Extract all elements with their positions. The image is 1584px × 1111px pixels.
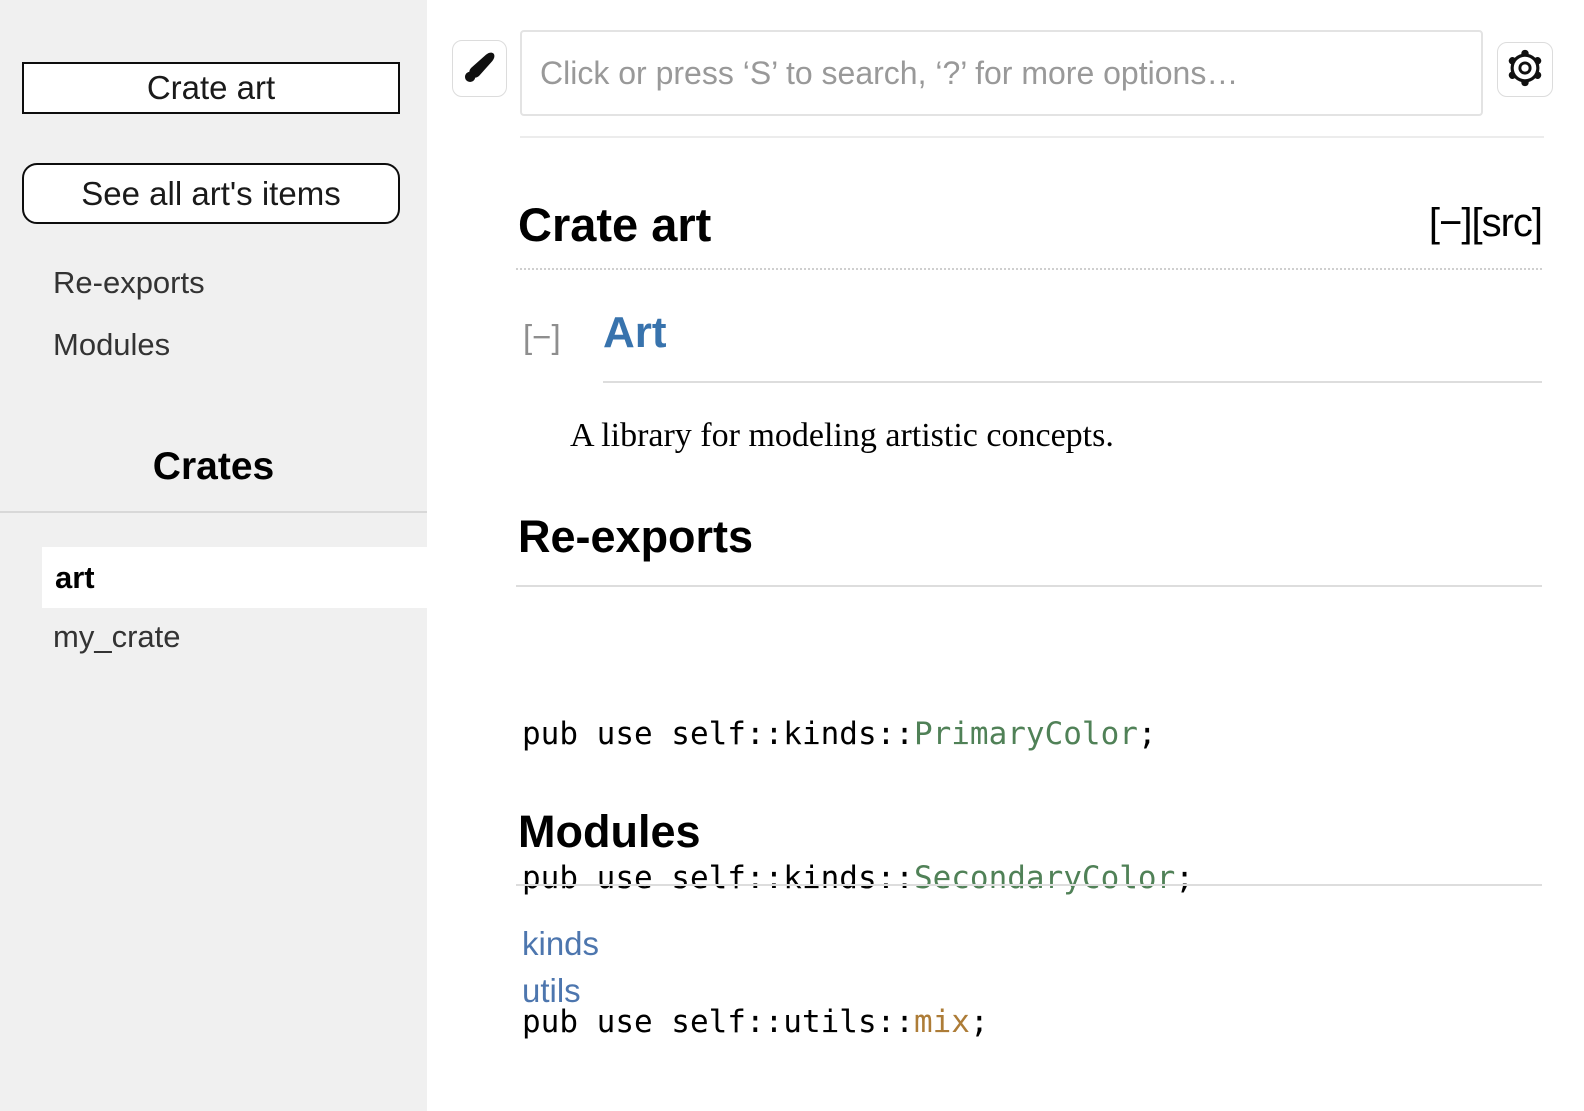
heading-dotted-divider — [516, 268, 1542, 270]
see-all-items-button[interactable]: See all art's items — [22, 163, 400, 224]
reexports-divider — [516, 585, 1542, 587]
sidebar: Crate art See all art's items Re-exports… — [0, 0, 427, 1111]
code-text: pub use self::kinds:: — [522, 860, 914, 896]
reexports-code-block: pub use self::kinds::PrimaryColor; pub u… — [522, 614, 1194, 1111]
page-title-prefix: Crate — [518, 198, 651, 251]
search-input[interactable] — [520, 30, 1483, 116]
collapse-all-toggle[interactable]: [−] — [1429, 201, 1472, 245]
reexport-link-primarycolor[interactable]: PrimaryColor — [914, 716, 1138, 752]
sidebar-crate-title[interactable]: Crate art — [22, 62, 400, 114]
settings-button[interactable] — [1497, 42, 1553, 97]
modules-divider — [516, 884, 1542, 886]
code-text: ; — [1138, 716, 1157, 752]
reexport-line: pub use self::kinds::PrimaryColor; — [522, 710, 1194, 758]
sidebar-crates-heading: Crates — [0, 445, 427, 489]
module-link-kinds[interactable]: kinds — [522, 925, 599, 963]
crate-description: A library for modeling artistic concepts… — [570, 417, 1114, 455]
art-section-divider — [603, 381, 1542, 383]
out-of-band: [−][src] — [1429, 201, 1542, 246]
sidebar-item-modules[interactable]: Modules — [53, 327, 170, 363]
sidebar-crate-art[interactable]: art — [42, 560, 95, 596]
modules-heading: Modules — [518, 806, 701, 858]
section-collapse-toggle[interactable]: [−] — [523, 318, 561, 356]
src-link[interactable]: [src] — [1471, 201, 1542, 245]
sidebar-divider — [0, 511, 427, 513]
code-text: ; — [970, 1004, 989, 1040]
code-text: pub use self::utils:: — [522, 1004, 914, 1040]
theme-picker-button[interactable] — [452, 40, 507, 97]
page-title: Crate art — [518, 197, 1542, 252]
paintbrush-icon — [461, 47, 499, 90]
sidebar-crate-my-crate[interactable]: my_crate — [53, 619, 180, 655]
toolbar-divider — [520, 136, 1544, 138]
rustdoc-page: Crate art See all art's items Re-exports… — [0, 0, 1584, 1111]
reexport-line: pub use self::kinds::SecondaryColor; — [522, 854, 1194, 902]
module-link-utils[interactable]: utils — [522, 972, 581, 1010]
reexport-link-secondarycolor[interactable]: SecondaryColor — [914, 860, 1175, 896]
reexport-link-mix[interactable]: mix — [914, 1004, 970, 1040]
page-title-crate-link[interactable]: art — [651, 198, 711, 251]
reexports-heading: Re-exports — [518, 511, 753, 563]
art-section-title-link[interactable]: Art — [603, 308, 667, 358]
code-text: ; — [1175, 860, 1194, 896]
sidebar-item-reexports[interactable]: Re-exports — [53, 265, 205, 301]
reexport-line: pub use self::utils::mix; — [522, 998, 1194, 1046]
code-text: pub use self::kinds:: — [522, 716, 914, 752]
sidebar-crate-current[interactable]: art — [42, 547, 427, 608]
gear-icon — [1504, 47, 1546, 92]
